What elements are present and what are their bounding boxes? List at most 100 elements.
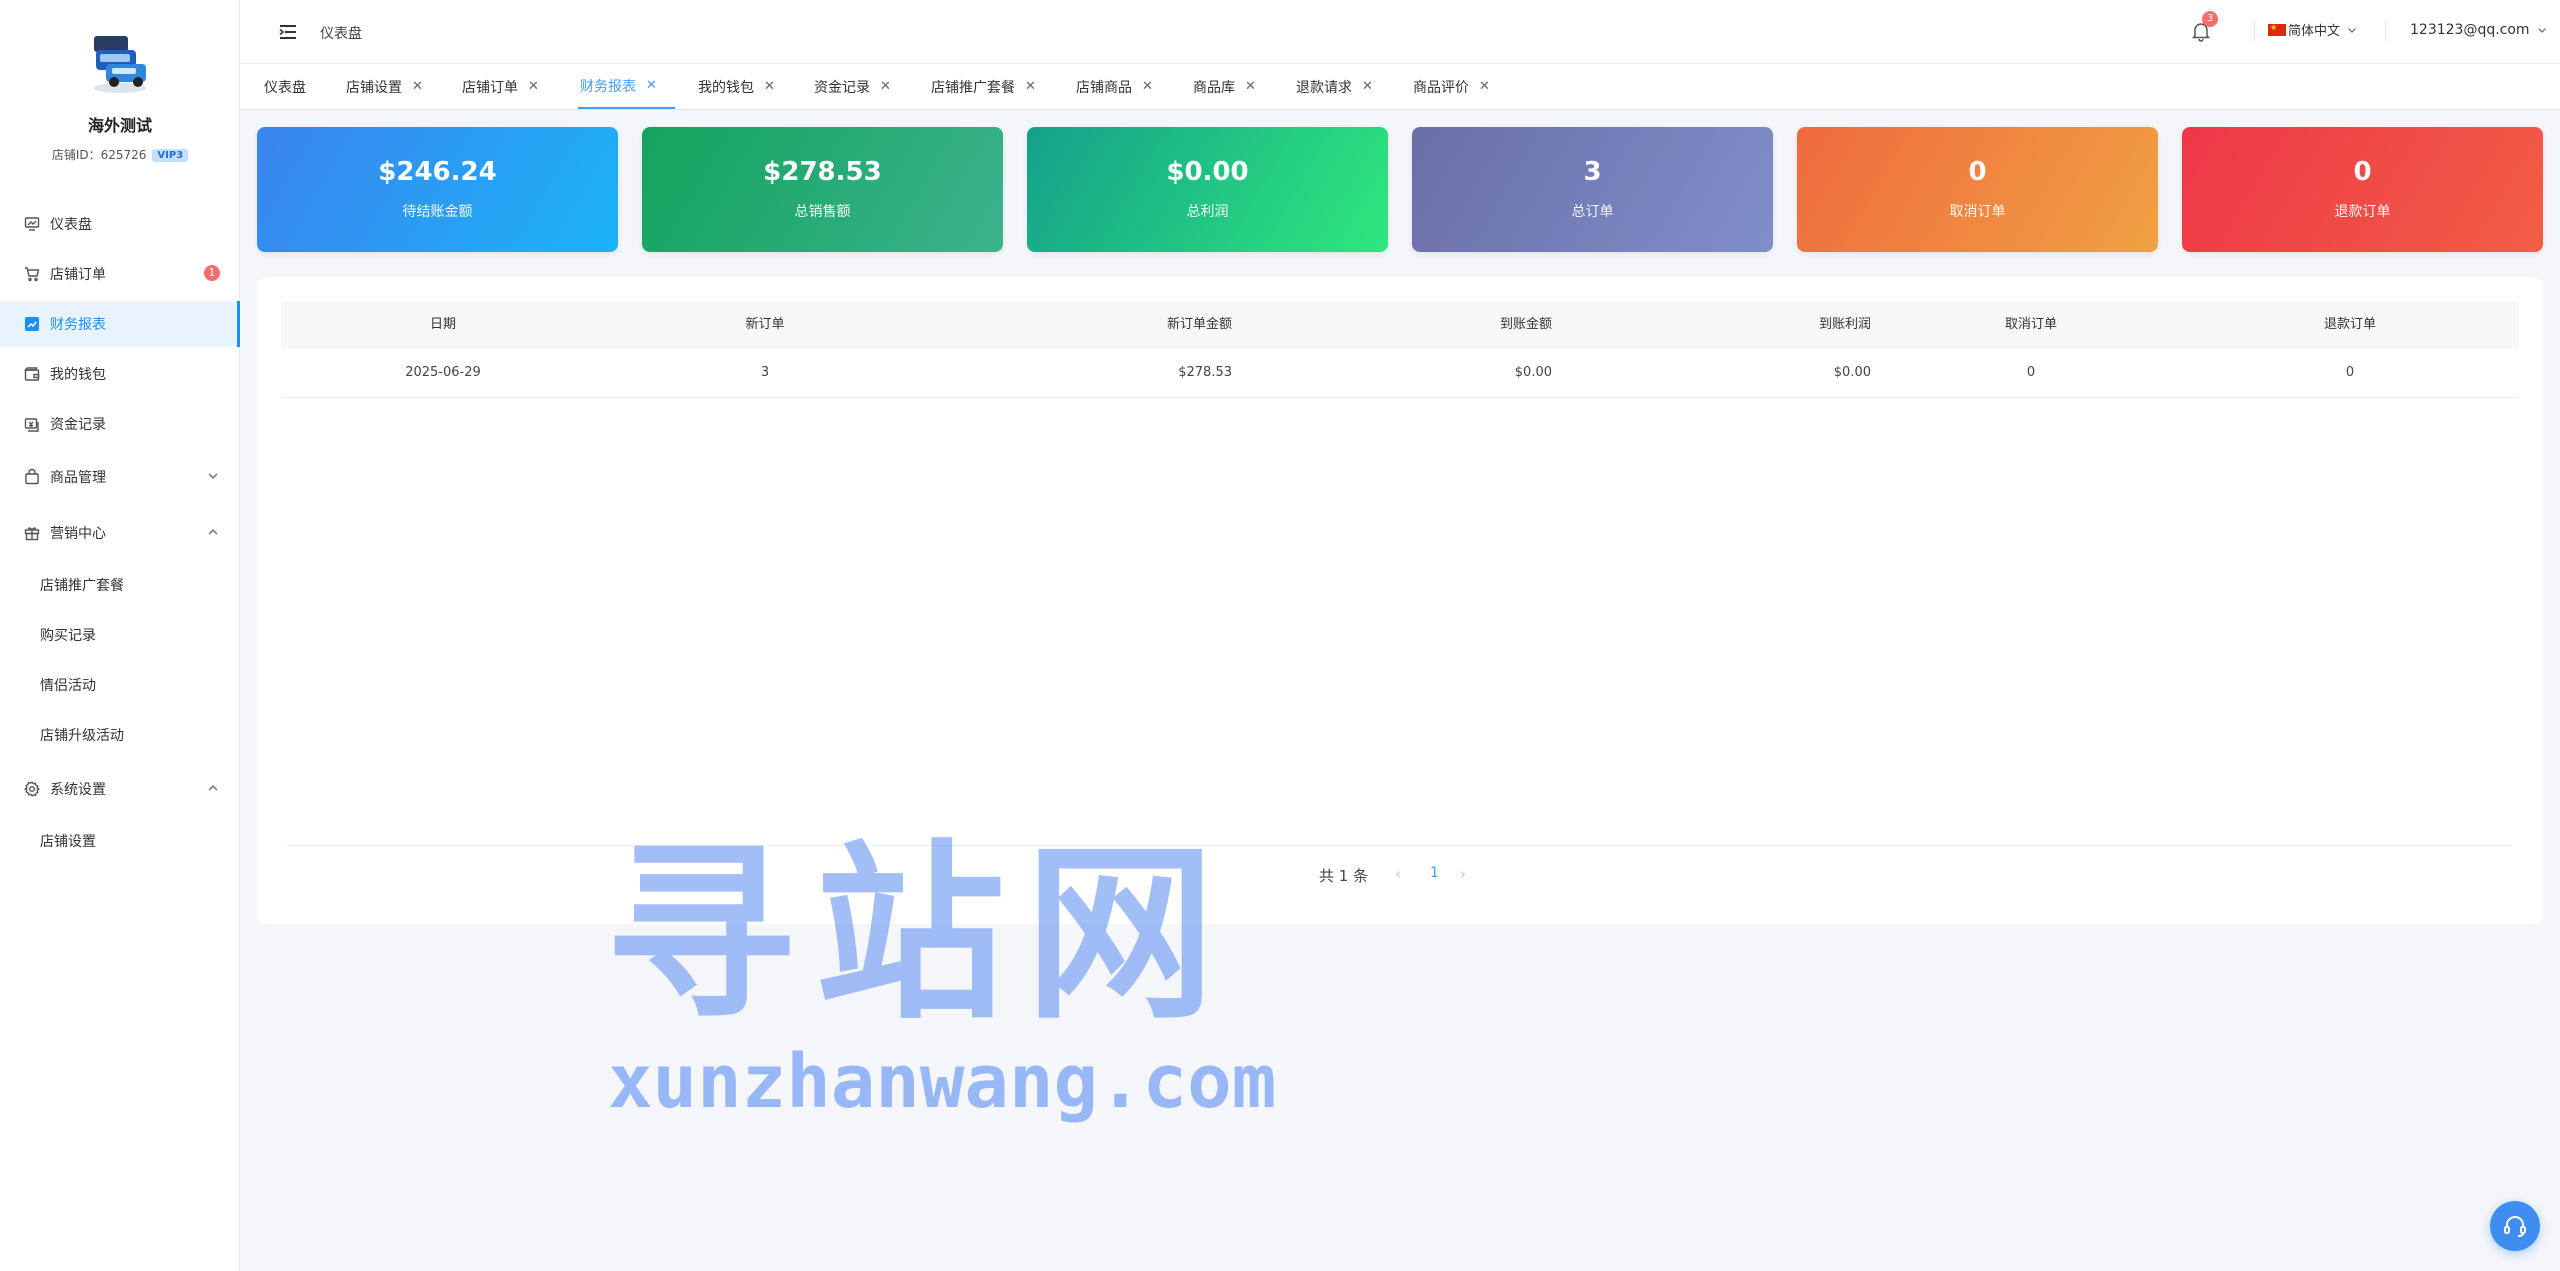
chart-icon	[24, 316, 40, 332]
close-icon[interactable]: ✕	[412, 79, 423, 94]
stat-label: 退款订单	[2334, 204, 2391, 220]
chevron-down-icon	[2537, 28, 2546, 33]
sidebar-item-product-management[interactable]: 商品管理	[0, 454, 240, 500]
sidebar-item-promotion-package[interactable]: 店铺推广套餐	[0, 562, 240, 608]
tab-shop-products[interactable]: 店铺商品 ✕	[1076, 64, 1153, 109]
sidebar-item-orders[interactable]: 店铺订单 1	[0, 251, 240, 297]
close-icon[interactable]: ✕	[1479, 79, 1490, 94]
stat-card-total-profit: $0.00 总利润	[1027, 127, 1388, 252]
stat-value: 0	[2353, 157, 2372, 187]
sidebar-item-label: 店铺订单	[50, 267, 106, 283]
sidebar-item-shop-upgrade[interactable]: 店铺升级活动	[0, 712, 240, 758]
sidebar-item-finance-report[interactable]: 财务报表	[0, 301, 240, 347]
sidebar-item-shop-settings[interactable]: 店铺设置	[0, 818, 240, 864]
menu-toggle-icon[interactable]	[278, 22, 298, 42]
language-label: 简体中文	[2288, 24, 2341, 39]
tab-label: 商品评价	[1413, 79, 1469, 96]
sidebar-item-couple-activity[interactable]: 情侣活动	[0, 662, 240, 708]
tab-my-wallet[interactable]: 我的钱包 ✕	[698, 64, 775, 109]
gift-icon	[24, 525, 40, 541]
stat-value: 0	[1968, 157, 1987, 187]
tab-shop-settings[interactable]: 店铺设置 ✕	[346, 64, 423, 109]
notification-badge: 3	[2202, 11, 2218, 27]
orders-badge: 1	[204, 265, 220, 281]
header-divider	[2254, 20, 2255, 42]
column-header: 新订单金额	[1166, 317, 1232, 332]
close-icon[interactable]: ✕	[1142, 79, 1153, 94]
cell-new-order-amount: $278.53	[1178, 365, 1232, 380]
tab-label: 仪表盘	[264, 79, 306, 96]
column-header: 到账金额	[1499, 317, 1552, 332]
stat-value: $246.24	[378, 157, 497, 187]
sidebar-item-label: 店铺推广套餐	[40, 578, 124, 594]
sidebar-item-label: 店铺设置	[40, 834, 96, 850]
tab-dashboard[interactable]: 仪表盘	[264, 64, 306, 109]
tab-promotion-package[interactable]: 店铺推广套餐 ✕	[931, 64, 1036, 109]
sidebar-item-label: 仪表盘	[50, 217, 92, 233]
sidebar-item-dashboard[interactable]: 仪表盘	[0, 201, 240, 247]
tab-fund-records[interactable]: 资金记录 ✕	[814, 64, 891, 109]
sidebar: 海外测试 店铺ID：625726 VIP3 仪表盘 店铺订单 1 财务报表 我的钱…	[0, 0, 240, 1271]
prev-page-icon[interactable]: ‹	[1395, 865, 1401, 883]
close-icon[interactable]: ✕	[1025, 79, 1036, 94]
sidebar-item-label: 系统设置	[50, 782, 106, 798]
tab-label: 店铺订单	[462, 79, 518, 96]
sidebar-item-label: 资金记录	[50, 417, 106, 433]
close-icon[interactable]: ✕	[1245, 79, 1256, 94]
customer-service-button[interactable]	[2490, 1201, 2540, 1251]
cell-date: 2025-06-29	[405, 365, 481, 380]
close-icon[interactable]: ✕	[1362, 79, 1373, 94]
close-icon[interactable]: ✕	[764, 79, 775, 94]
shop-name: 海外测试	[87, 116, 152, 135]
sidebar-item-label: 店铺升级活动	[40, 728, 124, 744]
wallet-icon	[24, 366, 40, 382]
money-record-icon	[24, 416, 40, 432]
page-number[interactable]: 1	[1430, 865, 1439, 881]
watermark-en: xunzhanwang.com	[608, 1039, 1277, 1125]
chevron-up-icon	[206, 781, 220, 795]
sidebar-item-label: 我的钱包	[50, 367, 106, 383]
column-header: 退款订单	[2323, 317, 2376, 332]
close-icon[interactable]: ✕	[646, 78, 657, 93]
tab-shop-orders[interactable]: 店铺订单 ✕	[462, 64, 539, 109]
close-icon[interactable]: ✕	[528, 79, 539, 94]
language-select[interactable]: 简体中文	[2268, 20, 2358, 39]
cell-cancelled-orders: 0	[2026, 365, 2036, 380]
shop-logo	[86, 30, 154, 96]
china-flag-icon	[2268, 23, 2286, 36]
tab-product-reviews[interactable]: 商品评价 ✕	[1413, 64, 1490, 109]
column-header: 取消订单	[2004, 317, 2057, 332]
sidebar-item-label: 购买记录	[40, 628, 96, 644]
column-header: 新订单	[745, 317, 785, 332]
stat-card-total-sales: $278.53 总销售额	[642, 127, 1003, 252]
breadcrumb[interactable]: 仪表盘	[320, 23, 362, 43]
tab-label: 商品库	[1193, 79, 1235, 96]
stat-card-pending-settlement: $246.24 待结账金额	[257, 127, 618, 252]
stat-card-total-orders: 3 总订单	[1412, 127, 1773, 252]
sidebar-item-system-settings[interactable]: 系统设置	[0, 766, 240, 812]
shop-id: 店铺ID：625726	[51, 148, 147, 162]
tab-product-library[interactable]: 商品库 ✕	[1193, 64, 1256, 109]
dashboard-icon	[24, 216, 40, 232]
table-row: 2025-06-29 3 $278.53 $0.00 $0.00 0 0	[281, 349, 2519, 398]
sidebar-item-purchase-records[interactable]: 购买记录	[0, 612, 240, 658]
sidebar-item-wallet[interactable]: 我的钱包	[0, 351, 240, 397]
close-icon[interactable]: ✕	[880, 79, 891, 94]
stat-label: 总销售额	[794, 204, 851, 220]
page-tabs: 仪表盘 店铺设置 ✕ 店铺订单 ✕ 财务报表 ✕ 我的钱包 ✕ 资金记录 ✕ 店铺推广套餐…	[240, 64, 2560, 110]
sidebar-item-label: 情侣活动	[40, 678, 96, 694]
sidebar-item-label: 财务报表	[50, 317, 106, 333]
sidebar-item-marketing-center[interactable]: 营销中心	[0, 510, 240, 556]
table-header: 日期 新订单 新订单金额 到账金额 到账利润 取消订单 退款订单	[281, 301, 2519, 349]
user-email: 123123@qq.com	[2410, 22, 2530, 38]
tab-refund-requests[interactable]: 退款请求 ✕	[1296, 64, 1373, 109]
tab-finance-report[interactable]: 财务报表 ✕	[578, 64, 675, 109]
next-page-icon[interactable]: ›	[1460, 865, 1466, 883]
report-table-panel: 日期 新订单 新订单金额 到账金额 到账利润 取消订单 退款订单 2025-06…	[257, 277, 2543, 924]
header-divider	[2385, 20, 2386, 42]
user-menu[interactable]: 123123@qq.com	[2410, 22, 2548, 38]
sidebar-item-fund-records[interactable]: 资金记录	[0, 401, 240, 447]
stat-value: $0.00	[1166, 157, 1249, 187]
tab-label: 财务报表	[580, 78, 636, 95]
vip-badge: VIP3	[152, 149, 189, 162]
